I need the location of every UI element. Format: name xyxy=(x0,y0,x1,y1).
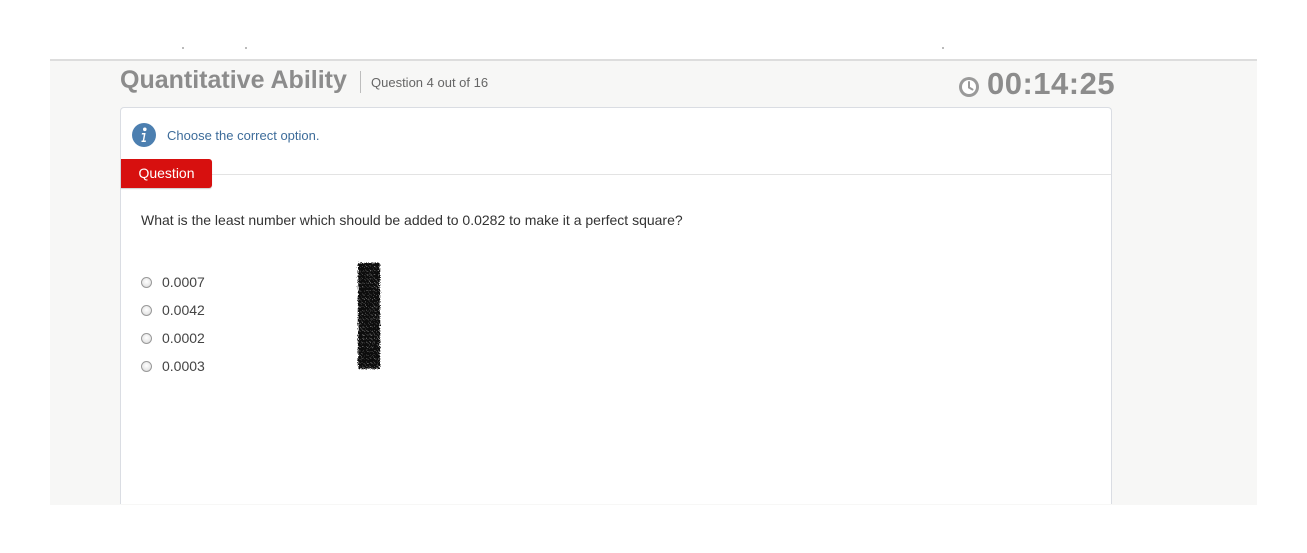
option-label[interactable]: 0.0007 xyxy=(162,274,205,290)
title-divider xyxy=(360,71,361,93)
option-radio[interactable] xyxy=(141,332,152,344)
countdown-timer: 00:14:25 xyxy=(958,66,1115,102)
timer-value: 00:14:25 xyxy=(987,66,1116,101)
option-label[interactable]: 0.0042 xyxy=(162,302,205,318)
edge-mark xyxy=(942,47,944,49)
redaction-scribble xyxy=(358,263,380,369)
section-title: Quantitative Ability xyxy=(120,66,347,94)
question-text: What is the least number which should be… xyxy=(141,212,683,228)
option-radio[interactable] xyxy=(141,304,152,316)
clock-icon xyxy=(959,77,979,97)
info-icon xyxy=(132,123,156,147)
instruction-row: Choose the correct option. xyxy=(132,123,319,147)
question-panel: Choose the correct option. Question What… xyxy=(120,107,1112,504)
tab-question[interactable]: Question xyxy=(121,159,212,188)
tab-underline xyxy=(121,174,1111,175)
option-label[interactable]: 0.0002 xyxy=(162,330,205,346)
option-row[interactable]: 0.0007 xyxy=(141,268,205,296)
question-counter: Question 4 out of 16 xyxy=(371,75,489,90)
instruction-text: Choose the correct option. xyxy=(167,127,320,143)
answer-options: 0.0007 0.0042 0.0002 0.0003 xyxy=(141,268,205,380)
edge-mark xyxy=(182,47,184,49)
option-row[interactable]: 0.0042 xyxy=(141,296,205,324)
top-edge-marks xyxy=(0,47,1307,50)
option-radio[interactable] xyxy=(141,276,152,288)
option-row[interactable]: 0.0003 xyxy=(141,352,205,380)
option-row[interactable]: 0.0002 xyxy=(141,324,205,352)
option-label[interactable]: 0.0003 xyxy=(162,358,205,374)
option-radio[interactable] xyxy=(141,360,152,372)
edge-mark xyxy=(245,47,247,49)
